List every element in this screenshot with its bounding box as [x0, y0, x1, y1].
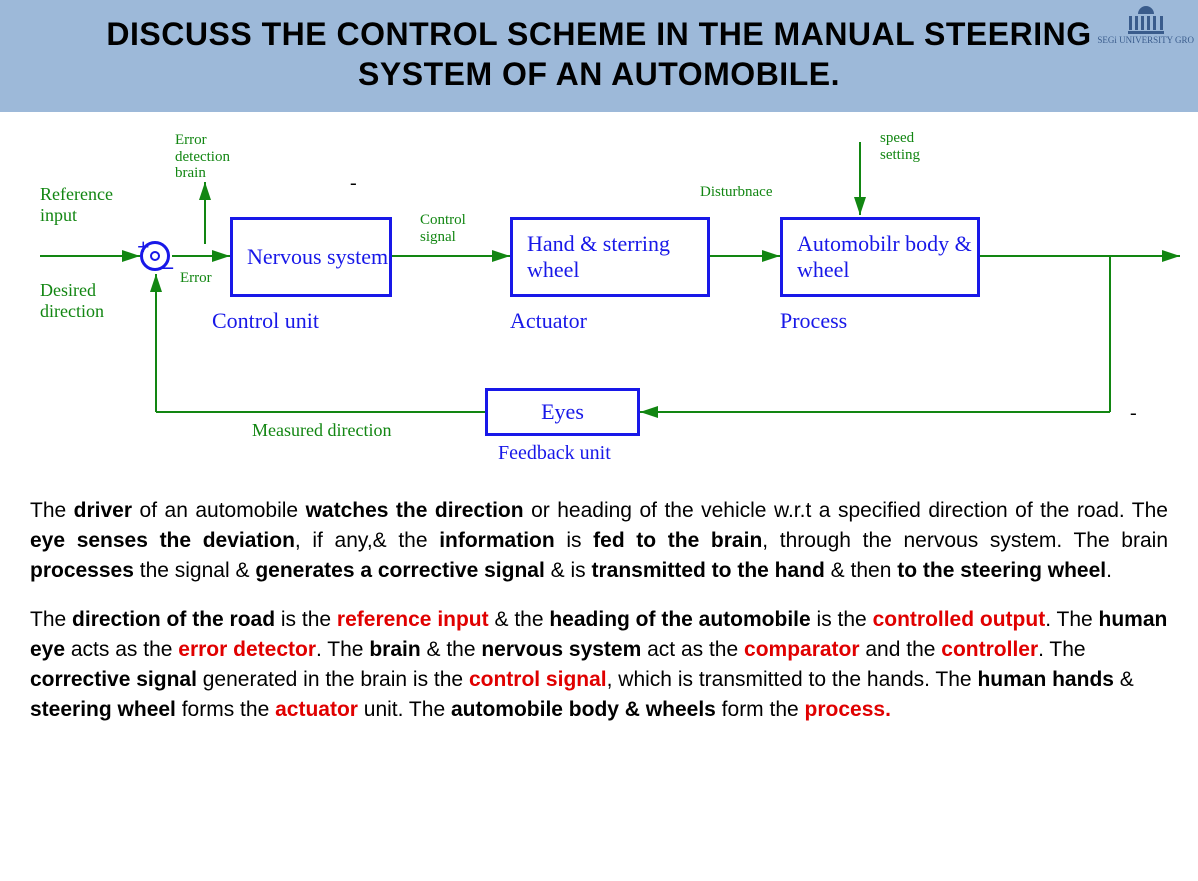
minus-sign: _	[162, 246, 173, 272]
actuator-box: Hand & sterring wheel	[510, 217, 710, 297]
building-icon	[1128, 6, 1164, 34]
paragraph-1: The driver of an automobile watches the …	[30, 496, 1168, 585]
feedback-text: Eyes	[541, 399, 584, 425]
error-detection-label: Error detection brain	[175, 132, 245, 182]
measured-direction-label: Measured direction	[252, 420, 391, 441]
speed-setting-label: speed setting	[880, 130, 940, 163]
university-logo: SEGi UNIVERSITY GRO	[1097, 6, 1194, 45]
control-unit-box: Nervous system	[230, 217, 392, 297]
feedback-box: Eyes	[485, 388, 640, 436]
desired-direction-label: Desired direction	[40, 280, 130, 322]
dash-mark-1: -	[350, 172, 357, 195]
reference-input-label: Reference input	[40, 184, 130, 226]
disturbance-label: Disturbnace	[700, 184, 772, 201]
logo-text: SEGi UNIVERSITY GRO	[1097, 35, 1194, 45]
process-text: Automobilr body & wheel	[797, 231, 977, 283]
slide-title: DISCUSS THE CONTROL SCHEME IN THE MANUAL…	[40, 14, 1158, 94]
feedback-label: Feedback unit	[498, 442, 611, 465]
paragraph-2: The direction of the road is the referen…	[30, 605, 1168, 724]
explanation-text: The driver of an automobile watches the …	[0, 482, 1198, 725]
actuator-text: Hand & sterring wheel	[527, 231, 707, 283]
process-label: Process	[780, 308, 847, 334]
plus-sign: +	[137, 234, 150, 260]
summing-junction-inner	[150, 251, 160, 261]
control-signal-label: Control signal	[420, 212, 480, 245]
control-unit-text: Nervous system	[247, 244, 388, 270]
process-box: Automobilr body & wheel	[780, 217, 980, 297]
error-label: Error	[180, 270, 212, 287]
block-diagram: + _ Nervous system Control unit Hand & s…	[0, 112, 1198, 482]
dash-mark-2: -	[1130, 402, 1137, 425]
control-unit-label: Control unit	[212, 308, 319, 334]
slide-header: DISCUSS THE CONTROL SCHEME IN THE MANUAL…	[0, 0, 1198, 112]
actuator-label: Actuator	[510, 308, 587, 334]
